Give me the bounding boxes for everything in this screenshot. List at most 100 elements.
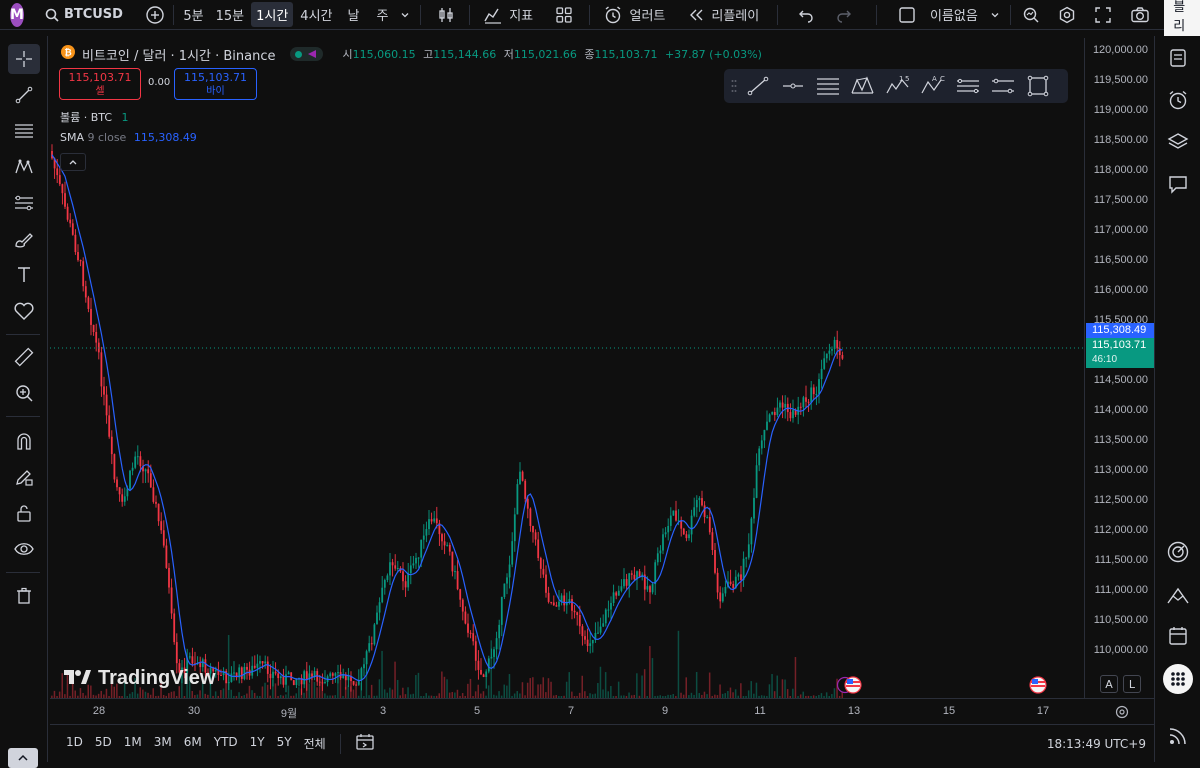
more-apps-button[interactable] — [1163, 664, 1193, 694]
open-label: 시 — [343, 48, 353, 61]
symbol-search[interactable]: BTCUSD — [38, 0, 129, 30]
watchlist-button[interactable] — [1164, 44, 1192, 72]
chevron-down-icon[interactable] — [400, 10, 410, 20]
crosshair-tool[interactable] — [8, 44, 40, 74]
pine-editor-button[interactable] — [1164, 581, 1192, 609]
low-label: 저 — [504, 48, 514, 61]
volume-bar — [251, 690, 253, 698]
time-axis[interactable]: 28309월357911131517 — [50, 698, 1154, 724]
timeframe-1h[interactable]: 1시간 — [251, 2, 293, 27]
fav-horizontal-line[interactable] — [775, 71, 810, 101]
volume-legend[interactable]: 볼륨 · BTC 1 — [60, 109, 129, 125]
projection-tool[interactable] — [8, 188, 40, 218]
fav-parallel-channel[interactable] — [950, 71, 985, 101]
fav-elliott-wave[interactable]: 15 — [880, 71, 915, 101]
pattern-tool[interactable] — [8, 152, 40, 182]
candle-body — [280, 676, 282, 678]
event-marker-us-2[interactable] — [1028, 676, 1048, 694]
fav-fib-retracement[interactable] — [810, 71, 845, 101]
templates-button[interactable] — [549, 0, 579, 30]
timeframe-day[interactable]: 날 — [343, 2, 365, 27]
range-buttons: 1D5D1M3M6MYTD1Y5Y전체 — [60, 735, 332, 752]
compare-button[interactable] — [139, 0, 171, 30]
fav-abc-wave[interactable]: AC — [915, 71, 950, 101]
timeframe-15m[interactable]: 15분 — [211, 2, 250, 27]
sma-legend[interactable]: SMA 9 close 115,308.49 — [60, 131, 197, 144]
undo-button[interactable] — [792, 0, 820, 30]
indicators-button[interactable]: 지표 — [477, 0, 539, 30]
range-button[interactable]: 1M — [118, 735, 148, 752]
stay-drawing-tool[interactable] — [8, 462, 40, 492]
tradingview-watermark[interactable]: TradingView — [62, 667, 215, 690]
candle-body — [257, 664, 259, 668]
range-button[interactable]: YTD — [208, 735, 244, 752]
date-range-icon[interactable] — [355, 733, 375, 754]
volume-bar — [504, 685, 506, 698]
zoom-tool[interactable] — [8, 378, 40, 408]
range-button[interactable]: 1D — [60, 735, 89, 752]
volume-bar — [787, 689, 789, 698]
candle-body — [410, 565, 412, 573]
measure-tool[interactable] — [8, 342, 40, 372]
range-button[interactable]: 5D — [89, 735, 118, 752]
user-avatar[interactable]: M — [10, 3, 24, 27]
fav-rectangle[interactable] — [1020, 71, 1055, 101]
quick-search-button[interactable] — [1016, 0, 1046, 30]
delete-drawings-tool[interactable] — [8, 581, 40, 611]
event-marker-us[interactable] — [836, 676, 864, 694]
calendar-button[interactable] — [1164, 622, 1192, 650]
fib-tool[interactable] — [8, 116, 40, 146]
candle-body — [163, 530, 165, 545]
fav-projection[interactable] — [985, 71, 1020, 101]
lock-drawings-tool[interactable] — [8, 498, 40, 528]
trend-line-tool[interactable] — [8, 80, 40, 110]
screener-button[interactable] — [1164, 538, 1192, 566]
candle-body — [761, 440, 763, 448]
axis-settings-icon[interactable] — [1114, 704, 1130, 723]
candle-body — [779, 403, 781, 408]
object-tree-button[interactable] — [1164, 128, 1192, 156]
chats-button[interactable] — [1164, 170, 1192, 198]
range-button[interactable]: 5Y — [271, 735, 298, 752]
hide-drawings-tool[interactable] — [8, 534, 40, 564]
icon-tool[interactable] — [8, 296, 40, 326]
range-button[interactable]: 1Y — [244, 735, 271, 752]
text-tool[interactable] — [8, 260, 40, 290]
range-button[interactable]: 전체 — [298, 735, 332, 752]
range-button[interactable]: 3M — [148, 735, 178, 752]
buy-button[interactable]: 115,103.71 바이 — [174, 68, 257, 100]
object-tree-tool[interactable] — [8, 748, 38, 768]
candle-body — [769, 414, 771, 421]
stream-button[interactable] — [1164, 722, 1192, 750]
magnet-tool[interactable] — [8, 426, 40, 456]
alert-button[interactable]: 얼러트 — [597, 0, 671, 30]
price-chart[interactable] — [50, 38, 1084, 698]
volume-bar — [792, 689, 794, 698]
candle-body — [553, 603, 555, 606]
drag-handle-icon[interactable] — [728, 79, 740, 93]
sell-button[interactable]: 115,103.71 셀 — [59, 68, 141, 100]
snapshot-button[interactable] — [1124, 0, 1156, 30]
candle-body — [657, 553, 659, 562]
timeframe-week[interactable]: 주 — [371, 2, 393, 27]
alerts-panel-button[interactable] — [1164, 86, 1192, 114]
price-axis[interactable]: 120,000.00119,500.00119,000.00118,500.00… — [1084, 38, 1154, 698]
symbol-title[interactable]: 비트코인 / 달러 · 1시간 · Binance — [82, 45, 276, 64]
fav-trend-line[interactable] — [740, 71, 775, 101]
chart-type-button[interactable] — [431, 0, 461, 30]
candle-body — [688, 534, 690, 538]
fav-xabcd-pattern[interactable] — [845, 71, 880, 101]
layout-menu[interactable]: 이름없음 — [892, 0, 1006, 30]
collapse-legend-button[interactable] — [60, 153, 86, 171]
settings-button[interactable] — [1052, 0, 1082, 30]
fullscreen-button[interactable] — [1088, 0, 1118, 30]
candle-body — [335, 673, 337, 675]
timeframe-4h[interactable]: 4시간 — [295, 2, 337, 27]
clock-timezone[interactable]: 18:13:49 UTC+9 — [1047, 737, 1146, 751]
redo-button[interactable] — [830, 0, 858, 30]
range-button[interactable]: 6M — [178, 735, 208, 752]
brush-tool[interactable] — [8, 224, 40, 254]
volume-bar — [641, 676, 643, 698]
replay-button[interactable]: 리플레이 — [681, 0, 765, 30]
timeframe-5m[interactable]: 5분 — [178, 2, 208, 27]
